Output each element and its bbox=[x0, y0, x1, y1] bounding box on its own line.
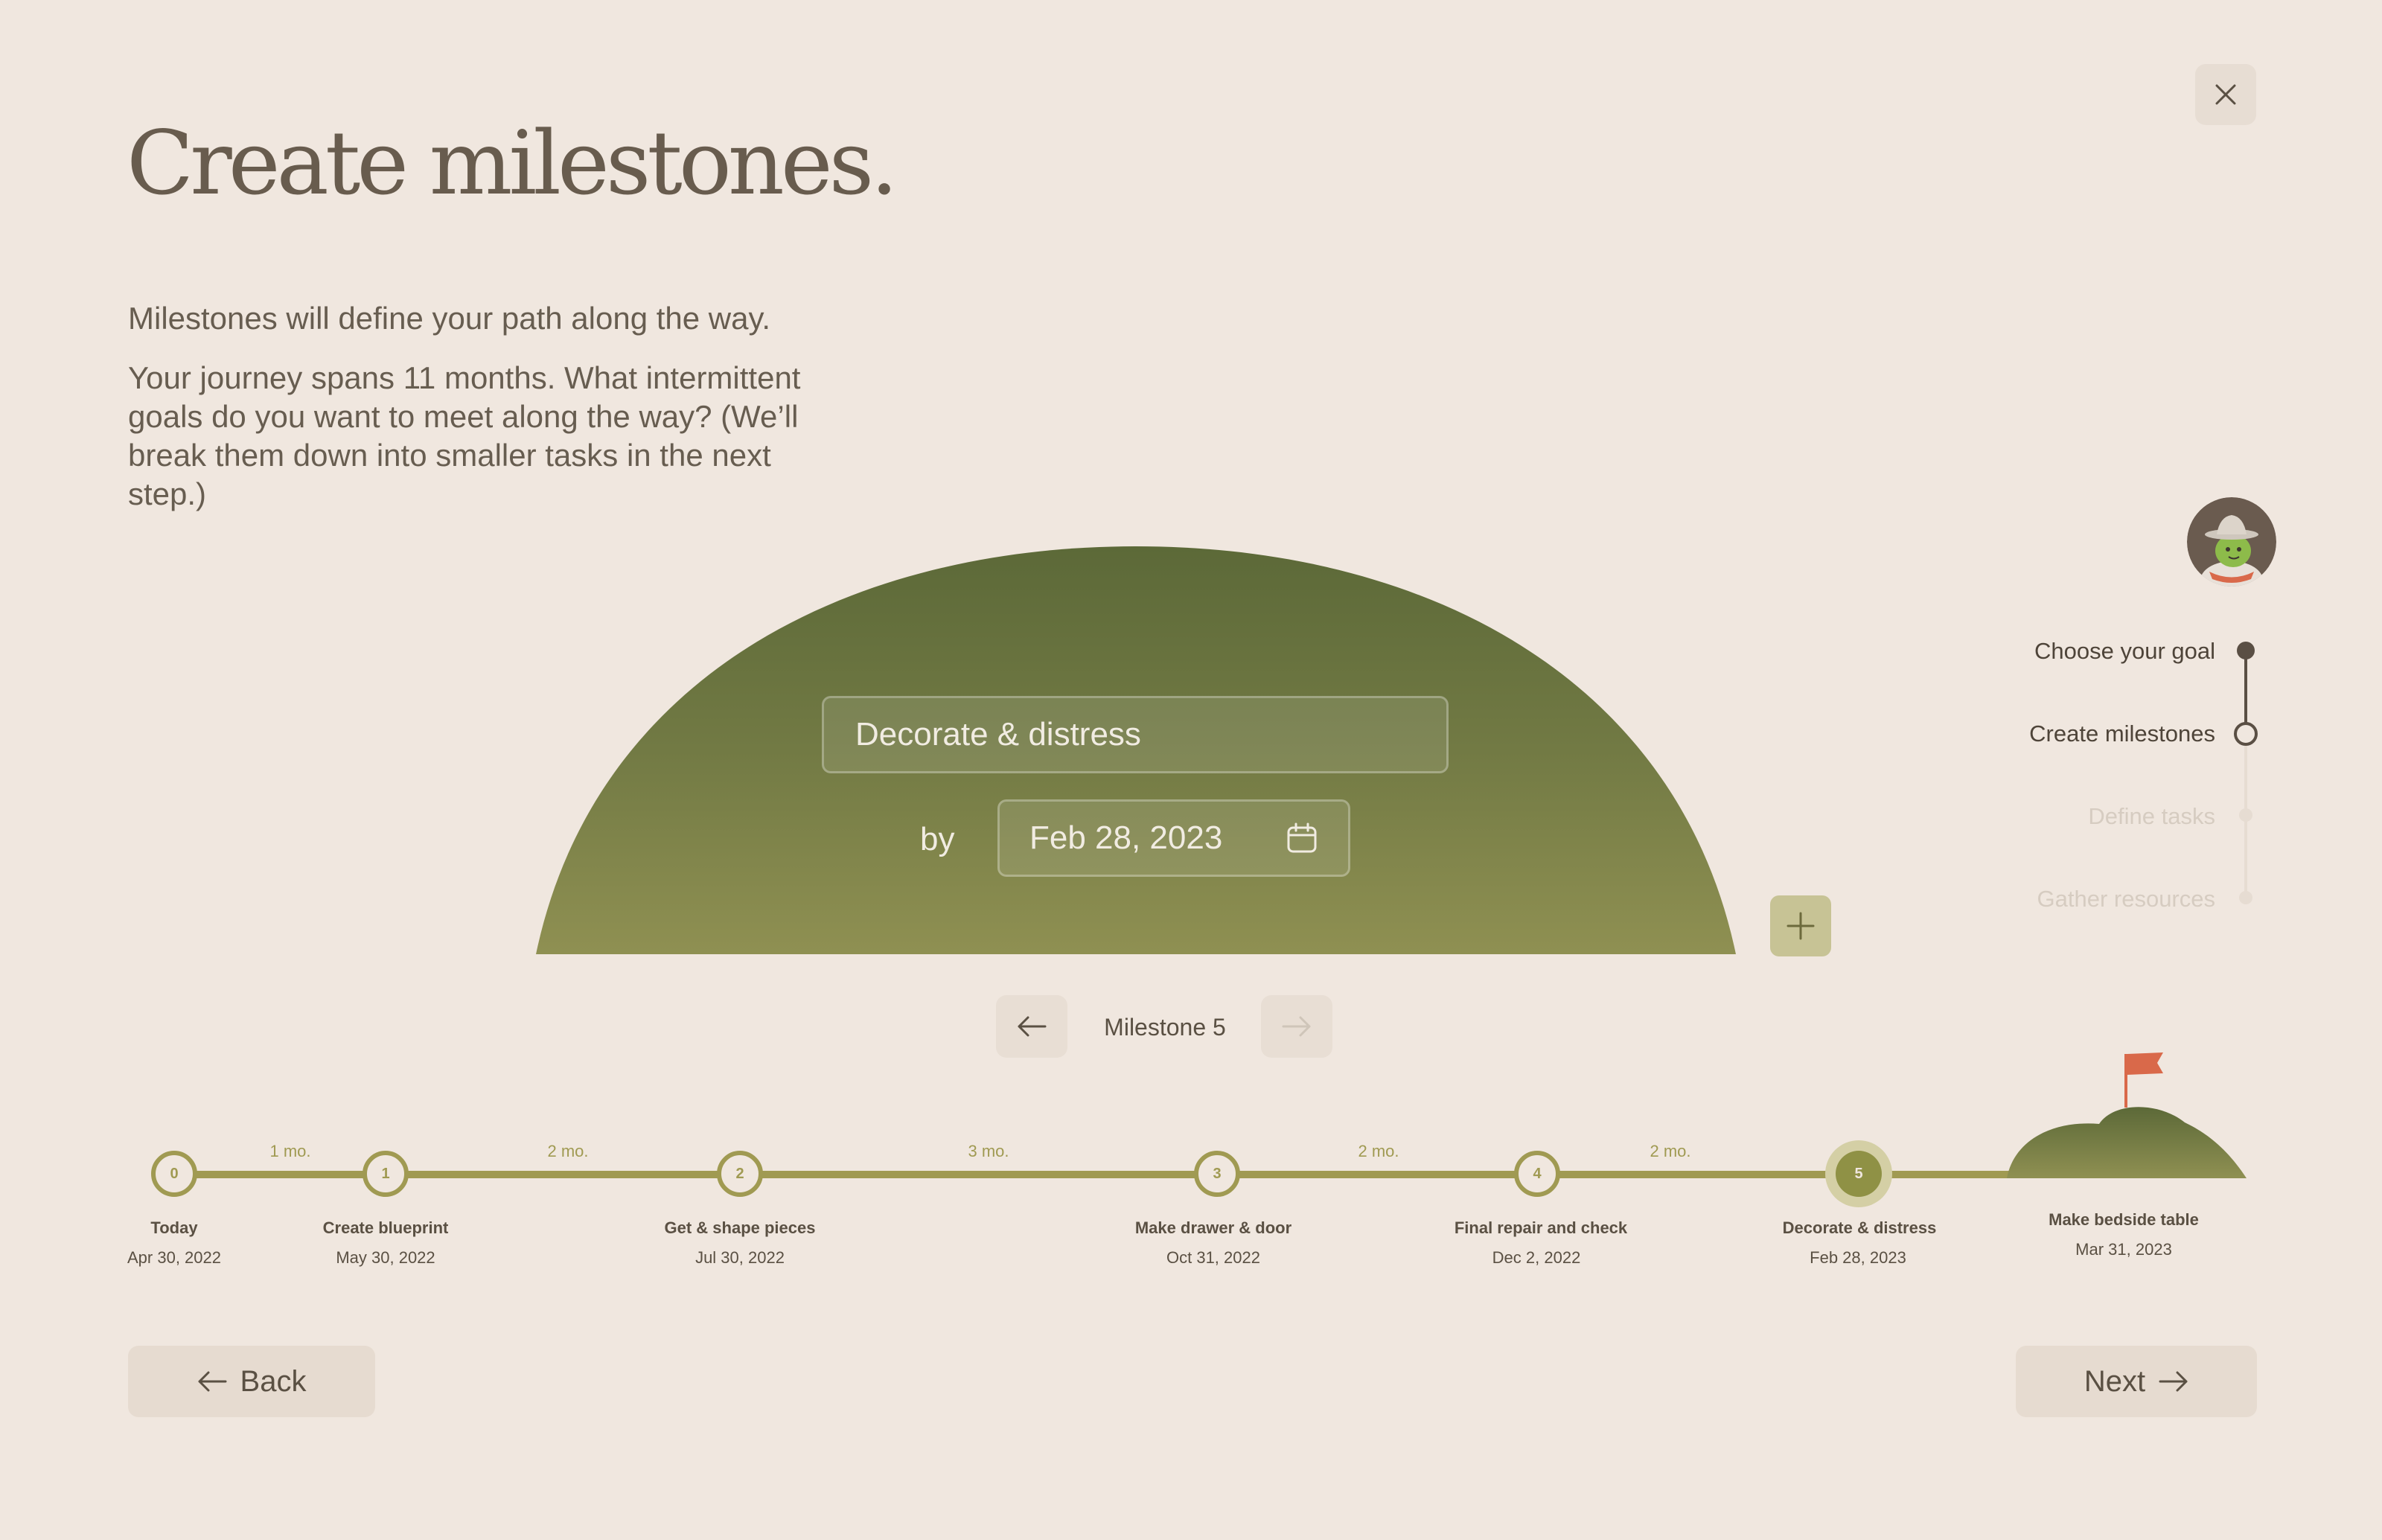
next-button[interactable]: Next bbox=[2016, 1346, 2257, 1417]
step-dot-upcoming bbox=[2239, 891, 2252, 904]
milestone-node-3[interactable]: 3 bbox=[1194, 1151, 1240, 1197]
milestone-name-2: Get & shape pieces bbox=[664, 1218, 816, 1237]
milestone-date-2: Jul 30, 2022 bbox=[695, 1248, 785, 1267]
milestone-name-5: Decorate & distress bbox=[1782, 1218, 1937, 1237]
flag-icon bbox=[2124, 1052, 2163, 1108]
date-value: Feb 28, 2023 bbox=[1029, 819, 1223, 856]
add-milestone-button[interactable] bbox=[1770, 895, 1831, 956]
step-define-tasks: Define tasks bbox=[2088, 803, 2215, 829]
back-label: Back bbox=[240, 1364, 307, 1398]
close-icon bbox=[2215, 84, 2236, 105]
milestone-date-5: Feb 28, 2023 bbox=[1810, 1248, 1906, 1267]
gap-label: 2 mo. bbox=[547, 1142, 589, 1160]
step-gather-resources: Gather resources bbox=[2037, 886, 2216, 912]
next-label: Next bbox=[2084, 1364, 2146, 1398]
description-text: Your journey spans 11 months. What inter… bbox=[128, 360, 801, 511]
milestone-name-1: Create blueprint bbox=[322, 1218, 449, 1237]
step-choose-goal[interactable]: Choose your goal bbox=[2034, 638, 2215, 665]
milestone-date-1: May 30, 2022 bbox=[336, 1248, 435, 1267]
goal-name: Make bedside table bbox=[2049, 1210, 2199, 1229]
goal-date: Mar 31, 2023 bbox=[2075, 1240, 2172, 1259]
step-dot-current bbox=[2234, 722, 2258, 746]
close-button[interactable] bbox=[2195, 64, 2256, 125]
back-button[interactable]: Back bbox=[128, 1346, 375, 1417]
gap-label: 3 mo. bbox=[968, 1142, 1009, 1160]
milestone-name-input[interactable] bbox=[822, 696, 1449, 773]
by-label: by bbox=[920, 821, 955, 857]
calendar-icon bbox=[1287, 822, 1317, 853]
gap-label: 1 mo. bbox=[269, 1142, 311, 1160]
step-dot-done bbox=[2237, 642, 2255, 659]
arrow-right-icon bbox=[2159, 1371, 2188, 1392]
step-dot-upcoming bbox=[2239, 808, 2252, 822]
milestone-date-3: Oct 31, 2022 bbox=[1166, 1248, 1260, 1267]
gap-label: 2 mo. bbox=[1358, 1142, 1399, 1160]
milestone-node-4[interactable]: 4 bbox=[1514, 1151, 1560, 1197]
milestone-name-4: Final repair and check bbox=[1454, 1218, 1628, 1237]
milestone-counter: Milestone 5 bbox=[1104, 1014, 1226, 1041]
arrow-left-icon bbox=[198, 1371, 227, 1392]
step-create-milestones[interactable]: Create milestones bbox=[2029, 721, 2215, 747]
plus-icon bbox=[1786, 912, 1815, 940]
milestone-date-4: Dec 2, 2022 bbox=[1492, 1248, 1581, 1267]
milestone-node-0[interactable]: 0 bbox=[151, 1151, 197, 1197]
intro-text: Milestones will define your path along t… bbox=[128, 301, 771, 336]
milestone-date-field[interactable]: Feb 28, 2023 bbox=[997, 799, 1350, 877]
avatar bbox=[2187, 497, 2276, 587]
arrow-right-icon bbox=[1282, 1016, 1311, 1037]
timeline-track bbox=[175, 1107, 2247, 1178]
gap-label: 2 mo. bbox=[1650, 1142, 1691, 1160]
milestone-name-3: Make drawer & door bbox=[1134, 1218, 1292, 1237]
milestone-node-5[interactable]: 5 bbox=[1836, 1151, 1882, 1197]
page-title: Create milestones. bbox=[127, 112, 898, 214]
milestone-node-1[interactable]: 1 bbox=[363, 1151, 409, 1197]
milestone-node-2[interactable]: 2 bbox=[717, 1151, 763, 1197]
